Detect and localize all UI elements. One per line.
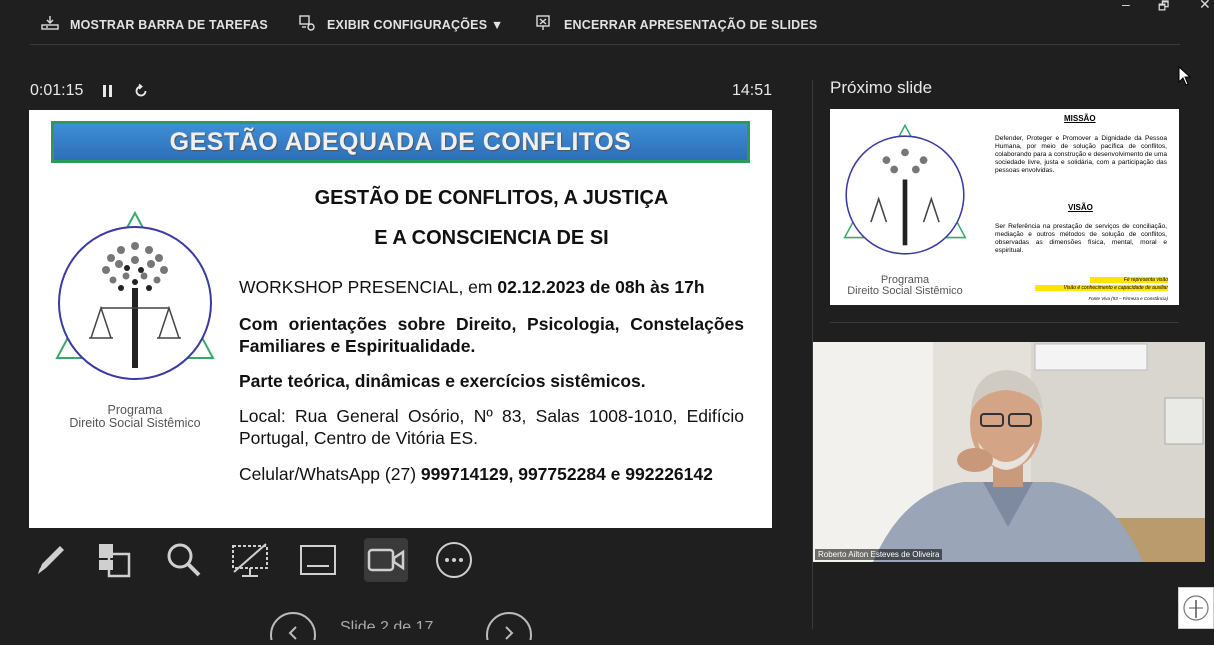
program-logo: Programa Direito Social Sistêmico [51, 208, 219, 430]
participant-name: Roberto Ailton Esteves de Oliveira [815, 549, 943, 560]
next-logo-caption: Programa Direito Social Sistêmico [830, 275, 980, 297]
next-logo-caption-line2: Direito Social Sistêmico [847, 285, 963, 297]
location-text: Local: Rua General Osório, Nº 83, Salas … [239, 406, 744, 448]
minimize-button[interactable]: – [1122, 0, 1130, 12]
taskbar-icon [40, 13, 60, 36]
slide-counter: Slide 2 de 17 [340, 620, 434, 629]
restore-button[interactable]: 🗗 [1158, 0, 1169, 18]
next-logo [843, 123, 967, 255]
pause-icon[interactable] [101, 84, 115, 98]
all-slides-icon[interactable] [94, 538, 138, 582]
zoom-icon[interactable] [162, 538, 206, 582]
camera-icon[interactable] [364, 538, 408, 582]
phone-numbers: 999714129, 997752284 e 992226142 [420, 464, 713, 484]
theory-text: Parte teórica, dinâmicas e exercícios si… [239, 371, 646, 391]
mouse-cursor-icon [1178, 65, 1192, 91]
more-options-icon[interactable] [432, 538, 476, 582]
black-screen-icon[interactable] [228, 538, 272, 582]
mission-title: MISSÃO [1064, 114, 1096, 123]
current-slide[interactable]: GESTÃO ADEQUADA DE CONFLITOS GESTÃO DE C… [29, 110, 772, 528]
elapsed-timer: 0:01:15 [30, 82, 84, 99]
timer-row: 0:01:15 14:51 [30, 80, 772, 102]
show-taskbar-label: MOSTRAR BARRA DE TAREFAS [70, 17, 268, 32]
slide-heading-line2: E A CONSCIENCIA DE SI [374, 227, 609, 249]
phone-line: Celular/WhatsApp (27) 999714129, 9977522… [239, 463, 744, 485]
end-slideshow-button[interactable]: ENCERRAR APRESENTAÇÃO DE SLIDES [534, 13, 817, 36]
faith-note: Fé representa visão [1090, 277, 1168, 283]
presenter-toolbar: MOSTRAR BARRA DE TAREFAS EXIBIR CONFIGUR… [0, 0, 1214, 46]
display-settings-label: EXIBIR CONFIGURAÇÕES ▼ [327, 17, 504, 32]
camera-image [813, 342, 1205, 562]
next-slide-label: Próximo slide [830, 78, 933, 97]
close-button[interactable]: ✕ [1199, 0, 1211, 13]
workshop-date: 02.12.2023 de 08h às 17h [497, 277, 705, 297]
next-slide-preview[interactable]: Programa Direito Social Sistêmico MISSÃO… [830, 109, 1179, 305]
toolbar-divider [30, 44, 1180, 45]
presenter-thumbnail[interactable] [1178, 587, 1214, 629]
mission-text: Defender, Proteger e Promover a Dignidad… [995, 135, 1167, 174]
logo-caption: Programa Direito Social Sistêmico [51, 404, 219, 430]
clock: 14:51 [731, 82, 772, 99]
vision-text: Ser Referência na prestação de serviços … [995, 223, 1167, 254]
preview-divider [830, 322, 1179, 323]
orientations-text: Com orientações sobre Direito, Psicologi… [239, 314, 744, 356]
settings-icon [297, 13, 317, 36]
vision-title: VISÃO [1068, 203, 1093, 212]
next-slide-button[interactable] [484, 610, 534, 645]
vision-note: Visão é conhecimento e capacidade de aux… [1035, 285, 1168, 291]
pen-icon[interactable] [28, 538, 72, 582]
display-settings-button[interactable]: EXIBIR CONFIGURAÇÕES ▼ [297, 13, 504, 36]
previous-slide-button[interactable] [268, 610, 318, 645]
end-show-icon [534, 13, 554, 36]
camera-feed: Roberto Ailton Esteves de Oliveira [813, 342, 1205, 562]
source-note: Fonte Viva (93 – Firmeza e Constância) [1088, 296, 1168, 301]
slide-banner: GESTÃO ADEQUADA DE CONFLITOS [51, 121, 750, 163]
slide-heading-line1: GESTÃO DE CONFLITOS, A JUSTIÇA [314, 187, 669, 209]
end-slideshow-label: ENCERRAR APRESENTAÇÃO DE SLIDES [564, 17, 818, 32]
logo-caption-line2: Direito Social Sistêmico [69, 416, 201, 430]
reset-icon[interactable] [133, 83, 149, 99]
workshop-line: WORKSHOP PRESENCIAL, em 02.12.2023 de 08… [239, 276, 744, 298]
phone-prefix: Celular/WhatsApp (27) [239, 464, 421, 484]
show-taskbar-button[interactable]: MOSTRAR BARRA DE TAREFAS [40, 13, 268, 36]
subtitles-icon[interactable] [296, 538, 340, 582]
workshop-prefix: WORKSHOP PRESENCIAL, em [239, 277, 498, 297]
